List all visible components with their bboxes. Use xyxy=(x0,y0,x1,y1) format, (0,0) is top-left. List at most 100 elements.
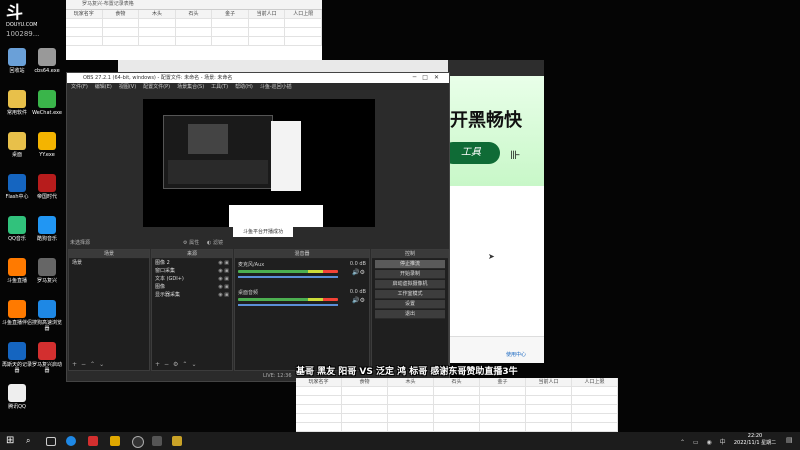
column-header[interactable]: 金子 xyxy=(212,10,249,18)
control-button[interactable]: 开始录制 xyxy=(375,270,445,279)
window-controls: ─□✕ xyxy=(412,74,445,81)
status-text: LIVE: 12:36 xyxy=(263,373,292,379)
obs-preview[interactable] xyxy=(143,99,375,227)
menu-item[interactable]: 工具(T) xyxy=(211,83,228,92)
desktop-icon-label: 桌面 xyxy=(11,152,22,158)
speaker-icon[interactable]: 🔊⚙ xyxy=(352,269,365,276)
source-item[interactable]: 窗口采集 ◉ ▣ xyxy=(152,267,232,275)
sources-panel-buttons: +−⚙⌃⌄ xyxy=(155,361,201,368)
spreadsheet-top-window[interactable]: 罗马复兴-布置记录表格 玩家名字 食物 木头 石头 金子 当前人口 人口上限 xyxy=(66,0,323,60)
desktop-icon[interactable]: 帝国时代 xyxy=(32,174,62,200)
volume-slider[interactable] xyxy=(238,304,338,306)
eye-lock-icon[interactable]: ◉ ▣ xyxy=(218,291,229,299)
menu-item[interactable]: 编辑(E) xyxy=(95,83,112,92)
search-icon[interactable]: ⌕ xyxy=(26,436,36,446)
mixer-channel-name: 桌面音频 xyxy=(238,290,259,296)
app-yellow-icon[interactable] xyxy=(172,436,182,446)
control-button[interactable]: 启动虚拟摄像机 xyxy=(375,280,445,289)
footer-link[interactable]: 使用中心 xyxy=(506,351,526,358)
task-view-icon[interactable] xyxy=(46,437,56,446)
column-header[interactable]: 玩家名字 xyxy=(296,378,342,386)
desktop-icon[interactable]: Flash中心 xyxy=(2,174,32,200)
column-header[interactable]: 当前人口 xyxy=(526,378,572,386)
scene-list: 场景 xyxy=(69,259,149,267)
menu-item[interactable]: 场景集合(S) xyxy=(177,83,204,92)
column-header[interactable]: 人口上限 xyxy=(285,10,323,18)
desktop-icon[interactable]: WeChat.exe xyxy=(32,90,62,116)
app-icon xyxy=(8,300,26,318)
desktop-icon[interactable]: QQ音乐 xyxy=(2,216,32,242)
desktop-icon[interactable]: 搜狗高速浏览器 xyxy=(32,300,62,332)
app-red-icon[interactable] xyxy=(88,436,98,446)
desktop-icon[interactable]: cbs64.exe xyxy=(32,48,62,74)
desktop-icon[interactable]: 斗鱼直播伴侣 xyxy=(2,300,32,326)
desktop-icon[interactable]: 酷狗音乐 xyxy=(32,216,62,242)
desktop-icon[interactable]: 桌面 xyxy=(2,132,32,158)
desktop-icon[interactable]: 罗马复兴 xyxy=(32,258,62,284)
control-button[interactable]: 停止推流 xyxy=(375,260,445,269)
column-header[interactable]: 石头 xyxy=(434,378,480,386)
eye-lock-icon[interactable]: ◉ ▣ xyxy=(218,283,229,291)
desktop-icon[interactable]: 常用软件 xyxy=(2,90,32,116)
app-game-icon[interactable] xyxy=(152,436,162,446)
banner-pill: 工具 xyxy=(448,142,500,164)
clock[interactable]: 22:20 2022/11/1 星期二 xyxy=(730,433,780,447)
desktop-icon[interactable]: 再斯天的记录器 xyxy=(2,342,32,374)
spreadsheet-top-header-row: 玩家名字 食物 木头 石头 金子 当前人口 人口上限 xyxy=(66,10,323,19)
column-header[interactable]: 玩家名字 xyxy=(66,10,103,18)
menu-item[interactable]: 配置文件(P) xyxy=(143,83,170,92)
table-row xyxy=(296,423,618,432)
control-button[interactable]: 退出 xyxy=(375,310,445,319)
column-header[interactable]: 人口上限 xyxy=(572,378,618,386)
speaker-icon[interactable]: 🔊⚙ xyxy=(352,297,365,304)
browser-window[interactable]: 开黑畅快 工具 ⊪ ➤ 使用中心 xyxy=(448,60,544,363)
volume-slider[interactable] xyxy=(238,276,338,278)
desktop-icon-label: 斗鱼直播 xyxy=(6,278,27,284)
edge-icon[interactable] xyxy=(66,436,76,446)
column-header[interactable]: 木头 xyxy=(139,10,176,18)
desktop-icon-label: 常用软件 xyxy=(6,110,27,116)
desktop-icon[interactable]: 腾讯QQ xyxy=(2,384,32,410)
cursor-icon: ➤ xyxy=(488,252,495,261)
properties-button[interactable]: ⚙ 属性 xyxy=(183,239,199,246)
start-button-icon[interactable]: ⊞ xyxy=(6,436,16,446)
menu-item[interactable]: 帮助(H) xyxy=(235,83,253,92)
douyu-logo: 斗 DOUYU.COM 100289... xyxy=(6,4,58,44)
column-header[interactable]: 食物 xyxy=(342,378,388,386)
obs-window[interactable]: OBS 27.2.1 (64-bit, windows) - 配置文件: 未命名… xyxy=(66,72,450,382)
eye-lock-icon[interactable]: ◉ ▣ xyxy=(218,275,229,283)
column-header[interactable]: 金子 xyxy=(480,378,526,386)
table-row xyxy=(296,414,618,423)
source-item[interactable]: 图像 ◉ ▣ xyxy=(152,283,232,291)
column-header[interactable]: 木头 xyxy=(388,378,434,386)
desktop-icon[interactable]: YY.exe xyxy=(32,132,62,158)
spreadsheet-bottom-window[interactable]: 玩家名字 食物 木头 石头 金子 当前人口 人口上限 xyxy=(296,378,618,432)
column-header[interactable]: 当前人口 xyxy=(248,10,286,18)
eye-lock-icon[interactable]: ◉ ▣ xyxy=(218,259,229,267)
column-header[interactable]: 石头 xyxy=(175,10,213,18)
menu-item[interactable]: 视图(V) xyxy=(119,83,136,92)
obs-icon[interactable] xyxy=(132,436,144,448)
source-item[interactable]: 图像 2 ◉ ▣ xyxy=(152,259,232,267)
eye-lock-icon[interactable]: ◉ ▣ xyxy=(218,267,229,275)
app-folder-icon[interactable] xyxy=(110,436,120,446)
control-button[interactable]: 设置 xyxy=(375,300,445,309)
desktop-icon[interactable]: 斗鱼直播 xyxy=(2,258,32,284)
control-button[interactable]: 工作室模式 xyxy=(375,290,445,299)
notification-icon[interactable]: ▤ xyxy=(786,436,793,444)
app-icon xyxy=(38,258,56,276)
table-row xyxy=(296,396,618,405)
scene-item[interactable]: 场景 xyxy=(69,259,149,267)
tray-icons[interactable]: ⌃ ▭ ◉ 中 xyxy=(680,437,729,446)
source-item[interactable]: 显示器采集 ◉ ▣ xyxy=(152,291,232,299)
filters-button[interactable]: ◐ 滤镜 xyxy=(207,239,223,246)
banner-icon: ⊪ xyxy=(510,148,521,162)
column-header[interactable]: 食物 xyxy=(102,10,140,18)
menu-item[interactable]: 文件(F) xyxy=(71,83,88,92)
desktop-icon[interactable]: 回收站 xyxy=(2,48,32,74)
menu-item[interactable]: 斗鱼-巡回小插 xyxy=(260,83,292,92)
preview-sheet-bottom xyxy=(229,205,323,227)
source-item[interactable]: 文本 (GDI+) ◉ ▣ xyxy=(152,275,232,283)
desktop-icon-label: 腾讯QQ xyxy=(8,404,26,410)
desktop-icon[interactable]: 罗马复兴启动器 xyxy=(32,342,62,374)
